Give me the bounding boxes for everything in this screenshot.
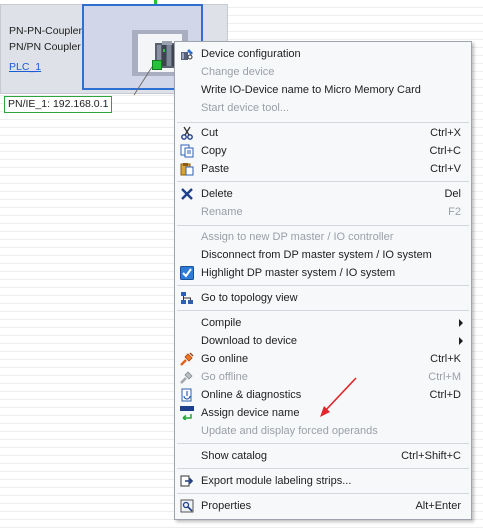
menu-item-shortcut: Ctrl+M: [428, 371, 461, 383]
menu-item-shortcut: Ctrl+C: [429, 145, 461, 157]
menu-item-export-labeling-strips[interactable]: Export module labeling strips...: [175, 472, 471, 490]
menu-item-disconnect-master[interactable]: Disconnect from DP master system / IO sy…: [175, 246, 471, 264]
menu-item-show-catalog[interactable]: Show catalog Ctrl+Shift+C: [175, 447, 471, 465]
menu-item-label: Compile: [201, 317, 242, 329]
go-offline-icon: [180, 371, 193, 384]
menu-item-label: Start device tool...: [201, 102, 290, 114]
menu-item-copy[interactable]: Copy Ctrl+C: [175, 142, 471, 160]
menu-item-label: Highlight DP master system / IO system: [201, 267, 396, 279]
menu-item-delete[interactable]: Delete Del: [175, 185, 471, 203]
copy-icon: [180, 144, 194, 158]
menu-item-device-configuration[interactable]: Device configuration: [175, 45, 471, 63]
context-menu: Device configuration Change device Write…: [174, 41, 472, 520]
menu-item-update-forced-operands[interactable]: Update and display forced operands: [175, 422, 471, 440]
menu-item-label: Assign device name: [201, 407, 300, 419]
menu-item-label: Change device: [201, 66, 275, 78]
menu-item-label: Device configuration: [201, 48, 301, 60]
menu-item-label: Disconnect from DP master system / IO sy…: [201, 249, 432, 261]
menu-item-highlight-master[interactable]: Highlight DP master system / IO system: [175, 264, 471, 282]
paste-icon: [180, 163, 194, 176]
properties-icon: [180, 499, 194, 513]
menu-item-label: Paste: [201, 163, 230, 175]
device-name: PN-PN-Coupler: [9, 25, 82, 37]
menu-item-label: Go online: [201, 353, 249, 365]
menu-item-paste[interactable]: Paste Ctrl+V: [175, 160, 471, 178]
menu-item-label: Properties: [201, 500, 252, 512]
scissors-icon: [181, 126, 193, 140]
menu-item-compile[interactable]: Compile: [175, 314, 471, 332]
menu-item-label: Cut: [201, 127, 219, 139]
menu-item-label: Online & diagnostics: [201, 389, 302, 401]
go-online-icon: [180, 352, 194, 366]
menu-separator: [177, 122, 469, 123]
submenu-arrow-icon: [459, 337, 463, 345]
menu-item-label: Show catalog: [201, 450, 268, 462]
menu-item-change-device[interactable]: Change device: [175, 63, 471, 81]
menu-item-download-to-device[interactable]: Download to device: [175, 332, 471, 350]
menu-item-assign-new-master[interactable]: Assign to new DP master / IO controller: [175, 228, 471, 246]
submenu-arrow-icon: [459, 319, 463, 327]
plc-link[interactable]: PLC_1: [9, 61, 41, 73]
menu-item-label: Delete: [201, 188, 233, 200]
menu-item-shortcut: F2: [448, 206, 461, 218]
menu-item-rename[interactable]: Rename F2: [175, 203, 471, 221]
menu-item-topology-view[interactable]: Go to topology view: [175, 289, 471, 307]
menu-item-label: Download to device: [201, 335, 298, 347]
menu-item-shortcut: Del: [444, 188, 461, 200]
device-config-icon: [181, 49, 193, 60]
menu-item-shortcut: Ctrl+Shift+C: [401, 450, 461, 462]
checkbox-checked-icon: [180, 266, 194, 280]
menu-item-go-online[interactable]: Go online Ctrl+K: [175, 350, 471, 368]
topology-icon: [181, 292, 193, 304]
menu-item-label: Export module labeling strips...: [201, 475, 352, 487]
export-icon: [180, 475, 194, 487]
menu-separator: [177, 285, 469, 286]
menu-item-label: Copy: [201, 145, 227, 157]
menu-item-label: Rename: [201, 206, 243, 218]
menu-item-shortcut: Ctrl+X: [430, 127, 461, 139]
menu-item-start-device-tool[interactable]: Start device tool...: [175, 99, 471, 117]
menu-item-label: Update and display forced operands: [201, 425, 378, 437]
menu-item-write-io-device-name[interactable]: Write IO-Device name to Micro Memory Car…: [175, 81, 471, 99]
menu-item-label: Go to topology view: [201, 292, 298, 304]
menu-item-shortcut: Ctrl+V: [430, 163, 461, 175]
red-annotation-arrow-icon: [320, 377, 357, 417]
diagnostics-icon: [181, 388, 192, 402]
menu-separator: [177, 443, 469, 444]
menu-separator: [177, 181, 469, 182]
network-connector-line: [133, 66, 153, 96]
network-address-label[interactable]: PN/IE_1: 192.168.0.1: [4, 96, 113, 113]
menu-separator: [177, 225, 469, 226]
menu-separator: [177, 468, 469, 469]
menu-item-cut[interactable]: Cut Ctrl+X: [175, 124, 471, 142]
menu-separator: [177, 310, 469, 311]
delete-x-icon: [181, 188, 193, 200]
assign-name-icon: [180, 406, 194, 420]
menu-item-shortcut: Alt+Enter: [415, 500, 461, 512]
menu-separator: [177, 493, 469, 494]
menu-item-label: Go offline: [201, 371, 248, 383]
menu-item-shortcut: Ctrl+D: [429, 389, 461, 401]
menu-item-properties[interactable]: Properties Alt+Enter: [175, 497, 471, 515]
menu-item-label: Assign to new DP master / IO controller: [201, 231, 394, 243]
menu-item-label: Write IO-Device name to Micro Memory Car…: [201, 84, 421, 96]
menu-item-shortcut: Ctrl+K: [430, 353, 461, 365]
